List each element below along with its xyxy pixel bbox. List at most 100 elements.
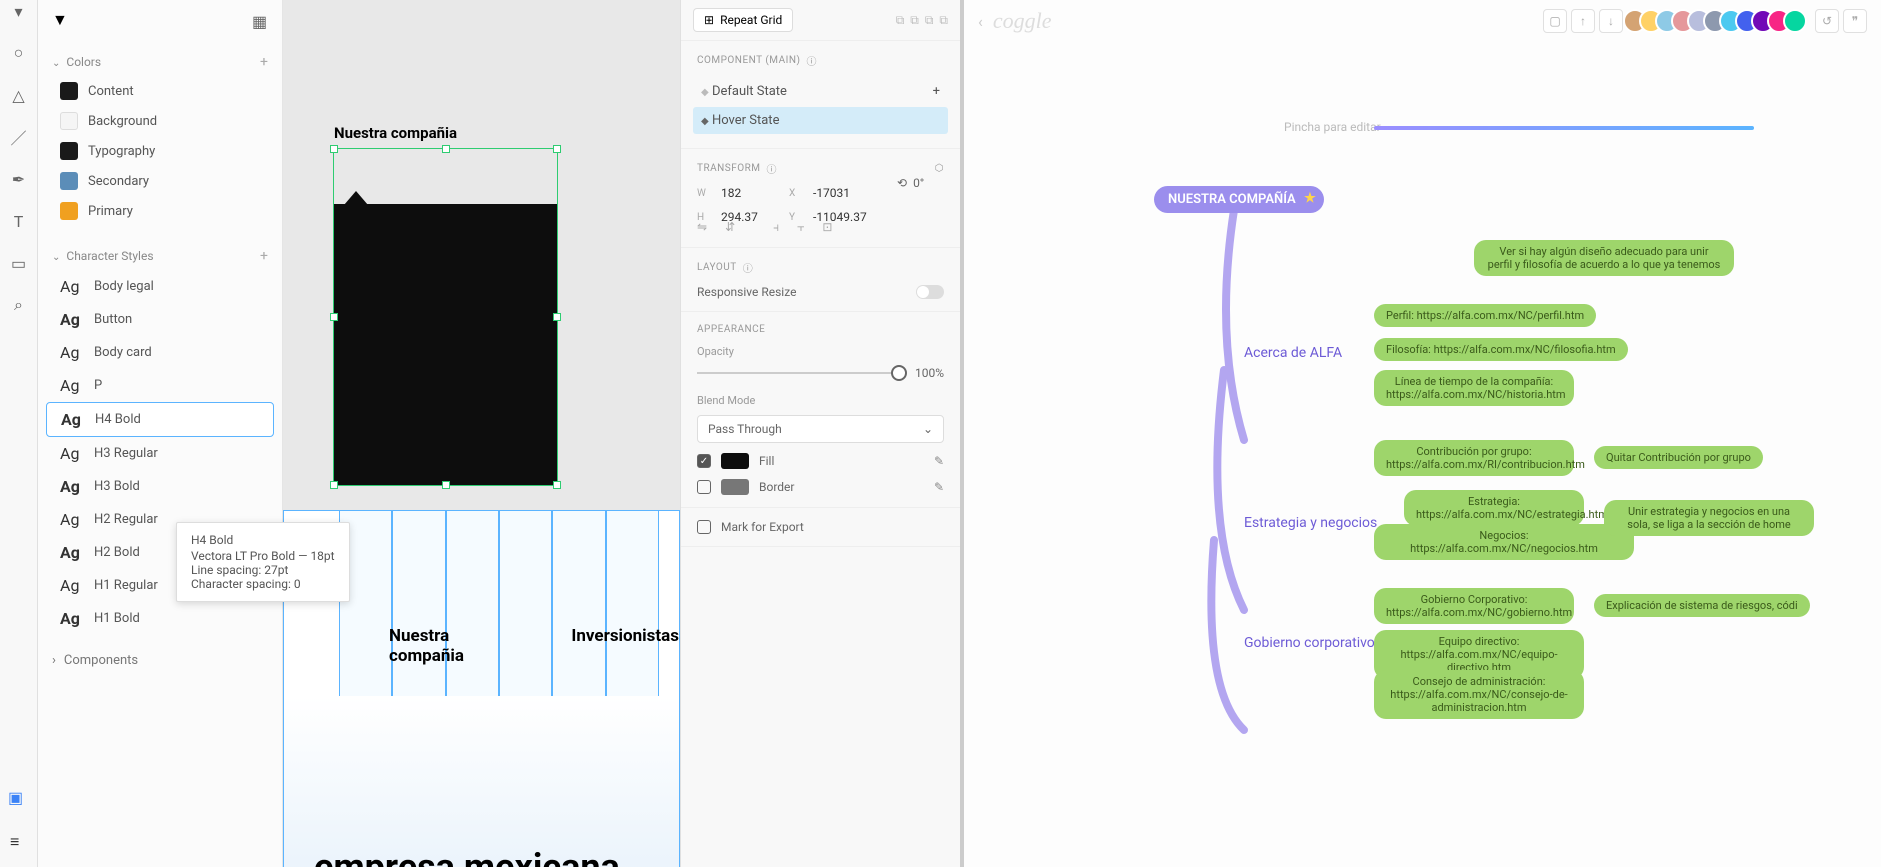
branch-label[interactable]: Estrategia y negocios (1244, 515, 1377, 531)
info-icon[interactable]: ⓘ (806, 53, 817, 68)
circle-tool-icon[interactable]: ○ (10, 44, 28, 62)
zoom-tool-icon[interactable]: ⌕ (10, 296, 28, 314)
leaf-node[interactable]: Unir estrategia y negocios en una sola, … (1604, 500, 1814, 536)
resize-handle[interactable] (442, 481, 450, 489)
filter-icon[interactable]: ▼ (52, 10, 68, 30)
add-style-button[interactable]: + (260, 248, 268, 264)
info-icon[interactable]: ⓘ (767, 161, 778, 176)
canvas[interactable]: Nuestra compañia Nuestra compañia Invers… (283, 0, 680, 867)
fill-swatch[interactable] (721, 453, 749, 469)
comment-icon[interactable]: ❞ (1843, 9, 1867, 33)
leaf-node[interactable]: Explicación de sistema de riesgos, códi (1594, 594, 1810, 617)
export-checkbox[interactable] (697, 520, 711, 534)
leaf-node[interactable]: Contribución por grupo: https://alfa.com… (1374, 440, 1574, 476)
star-icon: ★ (1304, 191, 1316, 206)
align-icon[interactable]: ⫟ (797, 220, 804, 235)
char-style-item[interactable]: AgButton (46, 303, 274, 336)
angle-value[interactable]: 0° (913, 176, 924, 190)
root-node[interactable]: NUESTRA COMPAÑÍA★ (1154, 186, 1324, 213)
pen-tool-icon[interactable]: ✒ (10, 170, 28, 188)
color-item[interactable]: Typography (46, 136, 274, 166)
select-tool-icon[interactable]: ▾ (10, 2, 28, 20)
boolean-op-icon[interactable]: ⧉ (896, 13, 905, 28)
char-style-item[interactable]: AgH3 Bold (46, 470, 274, 503)
color-name: Typography (88, 144, 155, 159)
back-icon[interactable]: ‹ (978, 12, 983, 31)
mindmap-canvas[interactable]: Pincha para editar NUESTRA COMPAÑÍA★ Ace… (1154, 120, 1881, 867)
download-icon[interactable]: ↓ (1599, 9, 1623, 33)
char-style-item[interactable]: AgP (46, 369, 274, 402)
resize-handle[interactable] (442, 145, 450, 153)
artboard-tab: Inversionistas (571, 626, 679, 666)
leaf-node[interactable]: Perfil: https://alfa.com.mx/NC/perfil.ht… (1374, 304, 1596, 327)
boolean-op-icon[interactable]: ⧉ (925, 13, 934, 28)
leaf-node[interactable]: Línea de tiempo de la compañía: https://… (1374, 370, 1574, 406)
fill-checkbox[interactable]: ✓ (697, 454, 711, 468)
align-icon[interactable]: ⫞ (773, 220, 779, 235)
resize-handle[interactable] (553, 145, 561, 153)
leaf-node[interactable]: Estrategia: https://alfa.com.mx/NC/estra… (1404, 490, 1584, 526)
char-style-item[interactable]: AgH1 Bold (46, 602, 274, 635)
history-icon[interactable]: ↺ (1815, 9, 1839, 33)
color-name: Primary (88, 204, 133, 219)
add-color-button[interactable]: + (260, 54, 268, 70)
x-label: X (789, 188, 805, 199)
ag-sample: Ag (60, 477, 84, 496)
leaf-node[interactable]: Consejo de administración: https://alfa.… (1374, 670, 1584, 719)
color-item[interactable]: Secondary (46, 166, 274, 196)
branch-label[interactable]: Acerca de ALFA (1244, 345, 1342, 361)
resize-handle[interactable] (330, 145, 338, 153)
branch-label[interactable]: Gobierno corporativo (1244, 635, 1375, 651)
3d-icon[interactable]: ⬡ (935, 163, 944, 174)
components-header[interactable]: › Components (38, 643, 282, 678)
text-tool-icon[interactable]: T (10, 212, 28, 230)
char-style-item[interactable]: AgH3 Regular (46, 437, 274, 470)
resize-handle[interactable] (330, 313, 338, 321)
info-icon[interactable]: ⓘ (743, 260, 754, 275)
x-value[interactable]: -17031 (813, 186, 883, 200)
charstyles-header[interactable]: ⌄Character Styles + (38, 242, 282, 270)
avatar[interactable] (1783, 9, 1807, 33)
blend-select[interactable]: Pass Through⌄ (697, 415, 944, 443)
border-swatch[interactable] (721, 479, 749, 495)
leaf-node[interactable]: Ver si hay algún diseño adecuado para un… (1474, 240, 1734, 276)
boolean-op-icon[interactable]: ⧉ (910, 13, 919, 28)
resize-handle[interactable] (553, 481, 561, 489)
flip-h-icon[interactable]: ⇋ (697, 220, 707, 235)
color-item[interactable]: Background (46, 106, 274, 136)
upload-icon[interactable]: ↑ (1571, 9, 1595, 33)
leaf-node[interactable]: Negocios: https://alfa.com.mx/NC/negocio… (1374, 524, 1634, 560)
present-icon[interactable]: ▢ (1543, 9, 1567, 33)
w-value[interactable]: 182 (721, 186, 781, 200)
selection-box[interactable]: Nuestra compañia (333, 148, 558, 486)
line-tool-icon[interactable]: ／ (10, 128, 28, 146)
repeat-grid-button[interactable]: ⊞Repeat Grid (693, 8, 793, 32)
add-state-button[interactable]: + (933, 84, 940, 99)
color-item[interactable]: Content (46, 76, 274, 106)
align-icon[interactable]: ⊡ (822, 220, 832, 235)
artboard-tool-icon[interactable]: ▭ (10, 254, 28, 272)
flip-v-icon[interactable]: ⇵ (725, 220, 735, 235)
eyedropper-icon[interactable]: ✎ (934, 480, 944, 494)
colors-header[interactable]: ⌄Colors + (38, 48, 282, 76)
triangle-tool-icon[interactable]: △ (10, 86, 28, 104)
resize-handle[interactable] (553, 313, 561, 321)
color-item[interactable]: Primary (46, 196, 274, 226)
rotate-icon[interactable]: ⟲ (897, 176, 907, 190)
state-hover[interactable]: ◆ Hover State (693, 107, 948, 134)
char-style-item[interactable]: AgBody card (46, 336, 274, 369)
opacity-slider[interactable] (697, 372, 905, 374)
resize-handle[interactable] (330, 481, 338, 489)
boolean-op-icon[interactable]: ⧉ (939, 13, 948, 28)
selected-shape[interactable] (334, 204, 557, 485)
leaf-node[interactable]: Filosofía: https://alfa.com.mx/NC/filoso… (1374, 338, 1628, 361)
char-style-item[interactable]: AgH4 Bold (46, 402, 274, 437)
resp-toggle[interactable] (916, 285, 944, 299)
leaf-node[interactable]: Quitar Contribución por grupo (1594, 446, 1763, 469)
leaf-node[interactable]: Gobierno Corporativo: https://alfa.com.m… (1374, 588, 1574, 624)
border-checkbox[interactable] (697, 480, 711, 494)
char-style-item[interactable]: AgBody legal (46, 270, 274, 303)
eyedropper-icon[interactable]: ✎ (934, 454, 944, 468)
state-default[interactable]: ◆ Default State+ (693, 78, 948, 105)
grid-view-icon[interactable]: ▦ (252, 12, 268, 28)
